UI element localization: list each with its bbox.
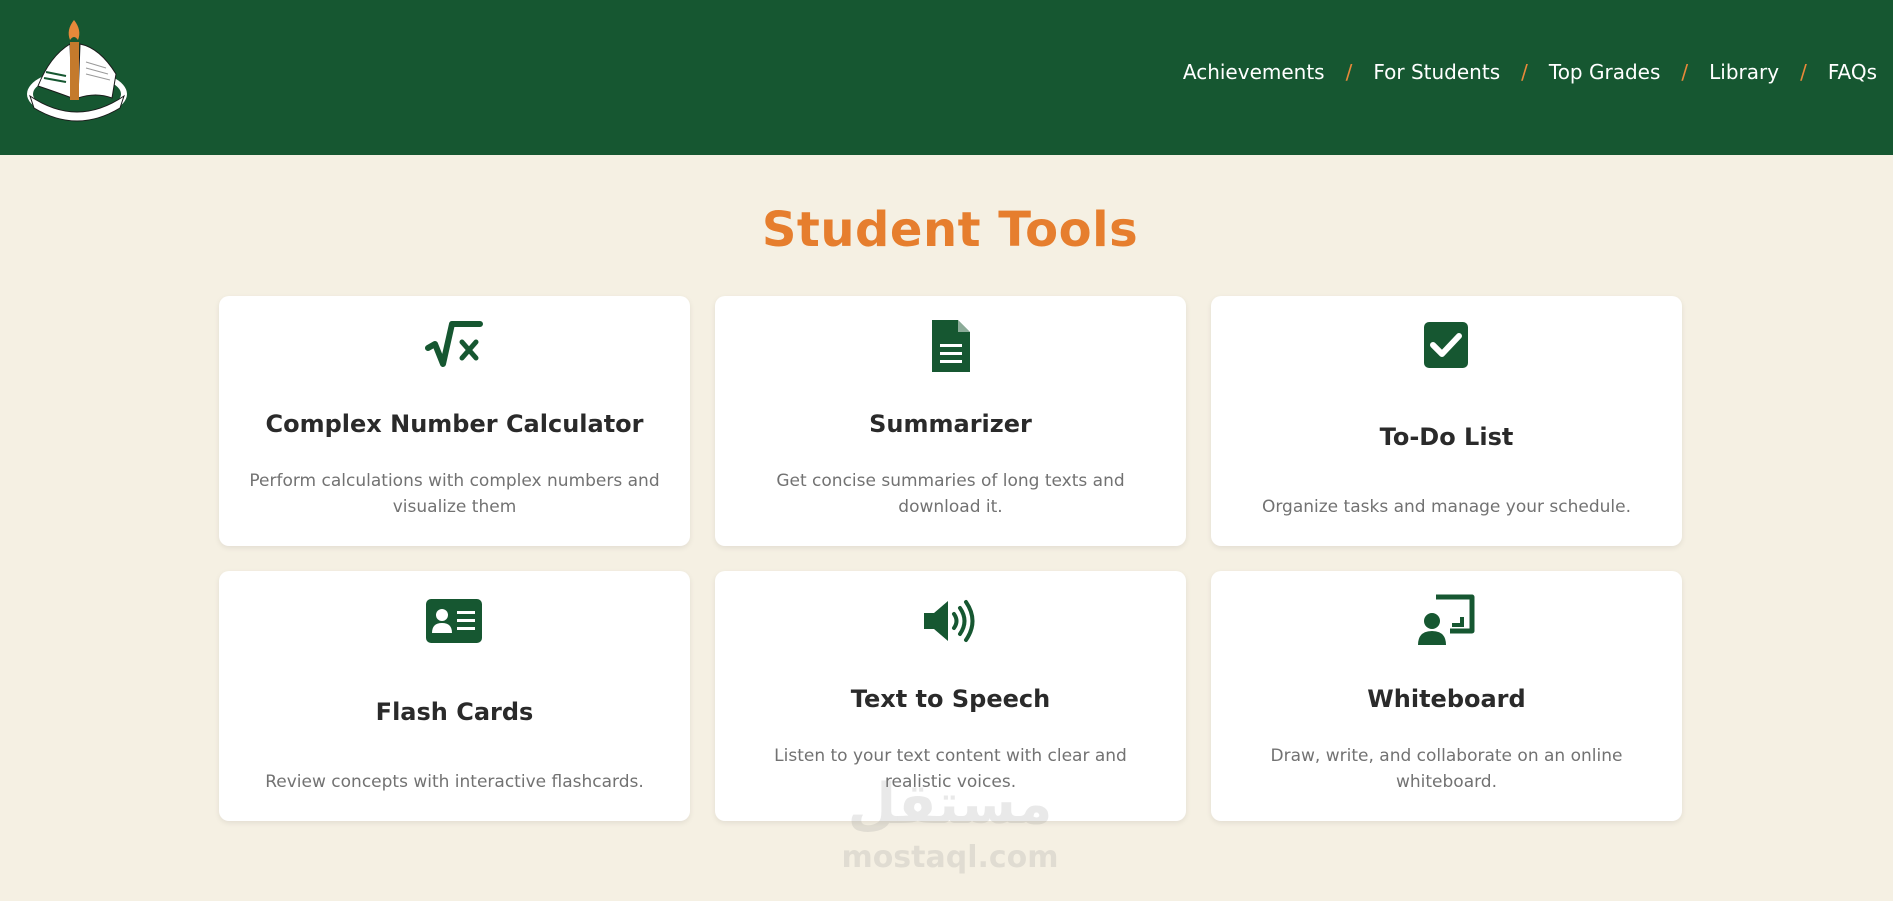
nav-separator: / [1681, 60, 1689, 84]
tool-card-flash-cards[interactable]: Flash Cards Review concepts with interac… [219, 571, 690, 821]
nav-separator: / [1521, 60, 1528, 84]
tool-description: Get concise summaries of long texts and … [776, 471, 1125, 517]
page-title: Student Tools [761, 202, 1139, 258]
nav-achievements[interactable]: Achievements [1183, 60, 1325, 84]
tool-card-text-to-speech[interactable]: Text to Speech Listen to your text conte… [715, 571, 1186, 821]
speaker-icon [920, 593, 980, 649]
nav-separator: / [1800, 60, 1807, 84]
nav-faqs[interactable]: FAQs [1828, 60, 1877, 84]
watermark-latin: mostaql.com [841, 840, 1059, 875]
tool-description: Draw, write, and collaborate on an onlin… [1270, 746, 1623, 792]
checkbox-icon [1416, 318, 1476, 374]
nav-top-grades[interactable]: Top Grades [1549, 60, 1661, 84]
nav-for-students[interactable]: For Students [1373, 60, 1500, 84]
tool-card-todo-list[interactable]: To-Do List Organize tasks and manage you… [1211, 296, 1682, 546]
whiteboard-icon [1416, 593, 1476, 649]
nav-library[interactable]: Library [1709, 60, 1779, 84]
site-header: Achievements / For Students / Top Grades… [0, 0, 1893, 155]
id-card-icon [424, 593, 484, 649]
tool-description: Perform calculations with complex number… [249, 471, 660, 517]
school-emblem-icon[interactable] [20, 16, 134, 130]
main-nav: Achievements / For Students / Top Grades… [1183, 60, 1877, 84]
tool-card-complex-calculator[interactable]: Complex Number Calculator Perform calcul… [219, 296, 690, 546]
tool-card-whiteboard[interactable]: Whiteboard Draw, write, and collaborate … [1211, 571, 1682, 821]
tool-title: Flash Cards [375, 698, 534, 726]
tool-title: Text to Speech [850, 685, 1051, 713]
tool-title: Summarizer [869, 410, 1032, 438]
nav-separator: / [1345, 60, 1353, 84]
tool-description: Review concepts with interactive flashca… [265, 772, 644, 792]
tool-description: Organize tasks and manage your schedule. [1261, 497, 1632, 517]
tool-title: Complex Number Calculator [265, 410, 644, 438]
tool-title: To-Do List [1379, 423, 1514, 451]
square-root-icon [424, 318, 484, 374]
tool-description: Listen to your text content with clear a… [774, 746, 1127, 792]
tool-card-summarizer[interactable]: Summarizer Get concise summaries of long… [715, 296, 1186, 546]
tool-title: Whiteboard [1367, 685, 1526, 713]
document-icon [920, 318, 980, 374]
